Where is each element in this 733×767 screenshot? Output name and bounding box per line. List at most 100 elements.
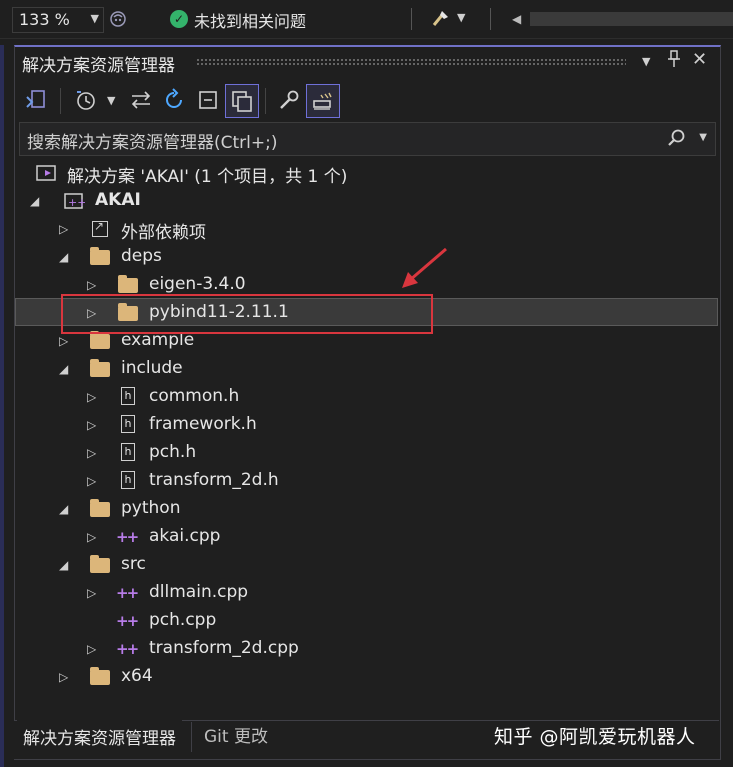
header-file-icon: h bbox=[118, 387, 138, 407]
expand-arrow-icon[interactable]: ▷ bbox=[87, 276, 101, 294]
tree-label: x64 bbox=[121, 666, 153, 686]
tree-item-transform-2d-cpp[interactable]: ▷ ++ transform_2d.cpp bbox=[15, 635, 718, 663]
preview-selected-items-icon[interactable] bbox=[306, 84, 340, 118]
header-file-icon: h bbox=[118, 443, 138, 463]
code-cleanup-icon[interactable] bbox=[430, 7, 452, 34]
tree-item-akai-cpp[interactable]: ▷ ++ akai.cpp bbox=[15, 523, 718, 551]
toolbar-divider bbox=[265, 88, 266, 114]
annotation-arrow-icon bbox=[398, 246, 450, 297]
tree-label: pch.cpp bbox=[149, 610, 217, 630]
header-file-icon: h bbox=[118, 415, 138, 435]
svg-text:++: ++ bbox=[68, 196, 85, 209]
collapse-arrow-icon[interactable]: ◢ bbox=[59, 360, 73, 378]
tree-item-framework-h[interactable]: ▷ h framework.h bbox=[15, 411, 718, 439]
expand-arrow-icon[interactable]: ▷ bbox=[87, 640, 101, 658]
tree-label: dllmain.cpp bbox=[149, 582, 249, 602]
pin-icon[interactable] bbox=[667, 50, 681, 72]
tree-label: akai.cpp bbox=[149, 526, 221, 546]
chevron-down-icon[interactable]: ▼ bbox=[107, 94, 115, 107]
search-icon[interactable] bbox=[667, 128, 687, 153]
zoom-dropdown[interactable]: 133 % ▼ bbox=[12, 7, 104, 33]
solution-icon bbox=[36, 163, 56, 183]
tree-item-pch-cpp[interactable]: ++ pch.cpp bbox=[15, 607, 718, 635]
properties-wrench-icon[interactable] bbox=[273, 84, 305, 116]
cpp-file-icon: ++ bbox=[116, 640, 139, 658]
horizontal-scrollbar[interactable] bbox=[530, 12, 733, 26]
show-all-files-icon[interactable] bbox=[225, 84, 259, 118]
tree-item-external-deps[interactable]: ▷ 外部依赖项 bbox=[15, 215, 718, 243]
pending-changes-icon[interactable] bbox=[70, 84, 102, 116]
expand-arrow-icon[interactable]: ▷ bbox=[87, 528, 101, 546]
copilot-icon[interactable] bbox=[108, 8, 128, 35]
expand-arrow-icon[interactable]: ▷ bbox=[87, 388, 101, 406]
zoom-value: 133 % bbox=[19, 10, 70, 29]
cpp-project-icon: ++ bbox=[63, 191, 86, 211]
tree-label: 外部依赖项 bbox=[121, 223, 206, 243]
folder-icon bbox=[90, 555, 110, 575]
tab-git-changes[interactable]: Git 更改 bbox=[198, 720, 274, 754]
search-placeholder: 搜索解决方案资源管理器(Ctrl+;) bbox=[27, 133, 278, 153]
window-edge bbox=[0, 45, 4, 767]
solution-label: 解决方案 'AKAI' (1 个项目，共 1 个) bbox=[67, 167, 348, 187]
tab-solution-explorer[interactable]: 解决方案资源管理器 bbox=[17, 720, 182, 756]
refresh-icon[interactable] bbox=[158, 84, 190, 116]
tree-item-solution[interactable]: 解决方案 'AKAI' (1 个项目，共 1 个) bbox=[15, 159, 718, 187]
toolbar-divider bbox=[411, 8, 412, 30]
tree-item-dllmain-cpp[interactable]: ▷ ++ dllmain.cpp bbox=[15, 579, 718, 607]
tree-label: deps bbox=[121, 246, 162, 266]
tree-label: eigen-3.4.0 bbox=[149, 274, 246, 294]
expand-arrow-icon[interactable]: ▷ bbox=[59, 220, 73, 238]
cpp-file-icon: ++ bbox=[116, 528, 139, 546]
tree-label: python bbox=[121, 498, 181, 518]
tree-label: transform_2d.cpp bbox=[149, 638, 299, 658]
chevron-down-icon[interactable]: ▼ bbox=[699, 132, 707, 143]
chevron-down-icon[interactable]: ▼ bbox=[642, 55, 650, 68]
tree-item-common-h[interactable]: ▷ h common.h bbox=[15, 383, 718, 411]
tree-item-x64[interactable]: ▷ x64 bbox=[15, 663, 718, 691]
close-icon[interactable]: ✕ bbox=[692, 49, 707, 70]
expand-arrow-icon[interactable]: ▷ bbox=[87, 472, 101, 490]
collapse-arrow-icon[interactable]: ◢ bbox=[59, 556, 73, 574]
search-solution-explorer[interactable]: 搜索解决方案资源管理器(Ctrl+;) ▼ bbox=[19, 122, 716, 156]
tree-item-src[interactable]: ◢ src bbox=[15, 551, 718, 579]
expand-arrow-icon[interactable]: ▷ bbox=[87, 444, 101, 462]
tree-label: pch.h bbox=[149, 442, 197, 462]
tree-label: transform_2d.h bbox=[149, 470, 279, 490]
toolbar-divider bbox=[60, 88, 61, 114]
cpp-file-icon: ++ bbox=[116, 612, 139, 630]
project-label: AKAI bbox=[95, 190, 141, 210]
collapse-arrow-icon[interactable]: ◢ bbox=[59, 500, 73, 518]
cpp-file-icon: ++ bbox=[116, 584, 139, 602]
chevron-down-icon[interactable]: ▼ bbox=[457, 11, 465, 24]
tree-label: framework.h bbox=[149, 414, 257, 434]
external-dependencies-icon bbox=[90, 219, 110, 239]
switch-views-icon[interactable] bbox=[20, 84, 52, 116]
tab-divider bbox=[191, 722, 192, 752]
expand-arrow-icon[interactable]: ▷ bbox=[59, 332, 73, 350]
issues-status: 未找到相关问题 bbox=[194, 12, 307, 31]
tree-item-pch-h[interactable]: ▷ h pch.h bbox=[15, 439, 718, 467]
tree-item-include[interactable]: ◢ include bbox=[15, 355, 718, 383]
expand-arrow-icon[interactable]: ▷ bbox=[87, 584, 101, 602]
tree-item-transform-2d-h[interactable]: ▷ h transform_2d.h bbox=[15, 467, 718, 495]
tree-item-project[interactable]: ◢ ++ AKAI bbox=[15, 187, 718, 215]
folder-icon bbox=[90, 667, 110, 687]
collapse-all-icon[interactable] bbox=[192, 84, 224, 116]
highlight-box bbox=[61, 294, 433, 334]
expand-arrow-icon[interactable]: ▷ bbox=[59, 668, 73, 686]
chevron-down-icon: ▼ bbox=[90, 12, 99, 25]
tree-label: include bbox=[121, 358, 183, 378]
folder-icon bbox=[90, 499, 110, 519]
header-file-icon: h bbox=[118, 471, 138, 491]
tree-item-deps[interactable]: ◢ deps bbox=[15, 243, 718, 271]
scroll-left-icon[interactable]: ◀ bbox=[512, 12, 521, 26]
panel-title: 解决方案资源管理器 bbox=[22, 56, 175, 76]
expand-arrow-icon[interactable]: ▷ bbox=[87, 416, 101, 434]
tree-item-python[interactable]: ◢ python bbox=[15, 495, 718, 523]
folder-icon bbox=[90, 247, 110, 267]
toolbar-divider bbox=[490, 8, 491, 30]
collapse-arrow-icon[interactable]: ◢ bbox=[59, 248, 73, 266]
collapse-arrow-icon[interactable]: ◢ bbox=[30, 192, 44, 210]
panel-drag-grip[interactable] bbox=[196, 58, 626, 66]
sync-with-document-icon[interactable] bbox=[125, 84, 157, 116]
